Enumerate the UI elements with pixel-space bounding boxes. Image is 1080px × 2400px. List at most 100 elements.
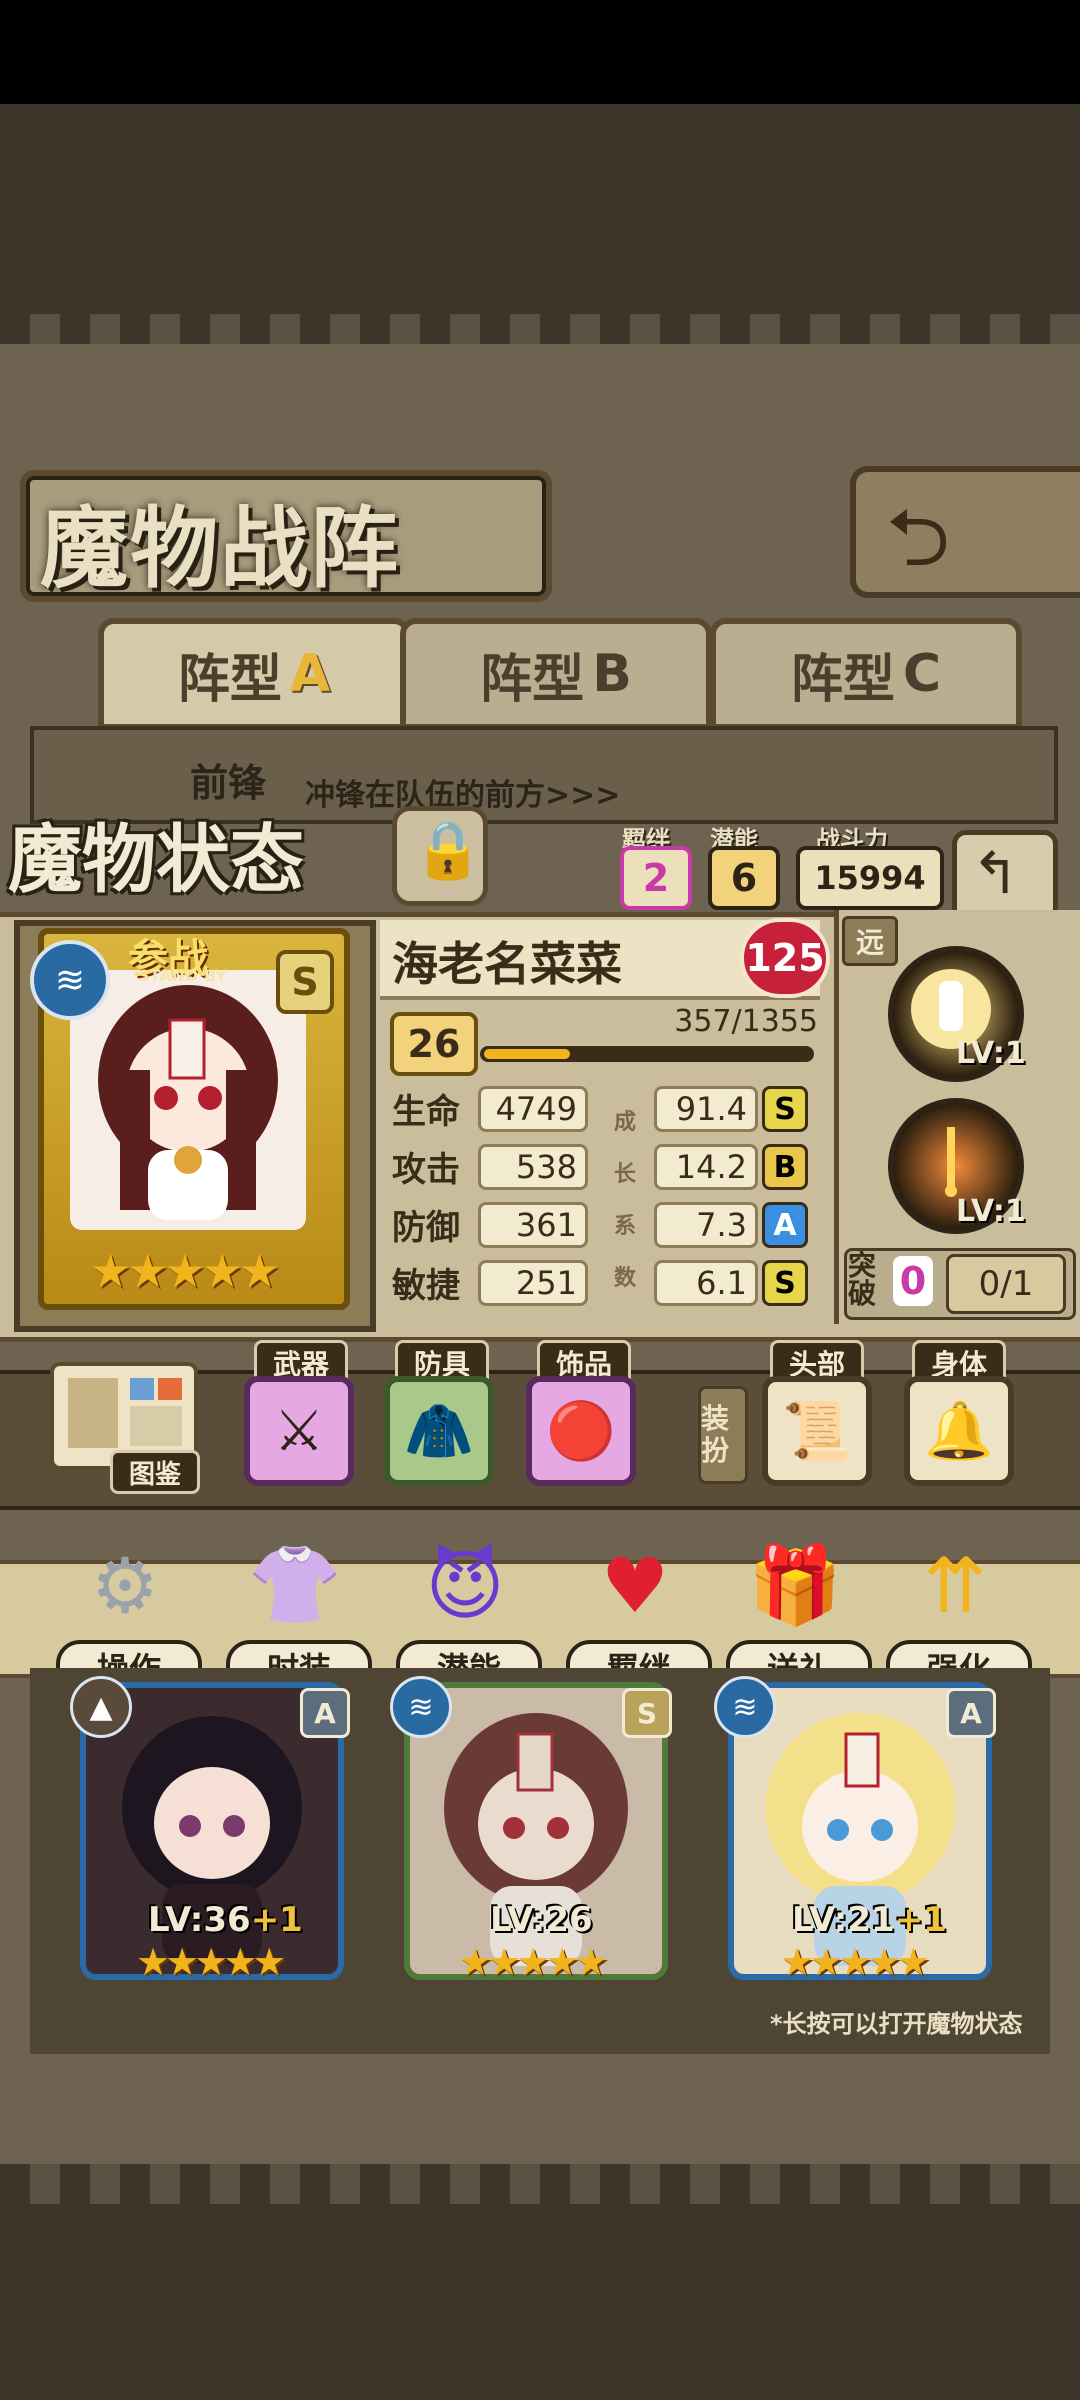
monster-name: 海老名菜菜 bbox=[392, 937, 622, 991]
tab-suffix: B bbox=[592, 644, 632, 704]
water-element-icon: ≋ bbox=[390, 1676, 452, 1738]
outfit-button[interactable]: 👚 时装 bbox=[220, 1530, 372, 1694]
star-rating: ★★★★★ bbox=[90, 1244, 280, 1298]
return-arrow-icon: ↰ bbox=[971, 839, 1020, 907]
roster-level-text: LV:21 bbox=[792, 1900, 895, 1940]
potential-value: 6 bbox=[708, 846, 780, 910]
enhance-button[interactable]: ⇈ 强化 bbox=[880, 1530, 1032, 1694]
gift-button[interactable]: 🎁 送礼 bbox=[720, 1530, 872, 1694]
earth-element-icon: ▲ bbox=[70, 1676, 132, 1738]
roster-rank-badge: S bbox=[622, 1688, 672, 1738]
range-tag: 远 bbox=[842, 916, 898, 966]
tab-label: 阵型 bbox=[177, 649, 282, 710]
breakthrough-ratio: 0/1 bbox=[946, 1254, 1066, 1314]
grade-agility: S bbox=[762, 1260, 808, 1306]
tab-formation-a[interactable]: 阵型 A bbox=[98, 618, 410, 730]
stat-value-agility: 251 bbox=[478, 1260, 588, 1306]
gear-icon: ⚙ bbox=[90, 1540, 160, 1630]
bottom-zigzag-border bbox=[0, 2164, 1080, 2204]
exp-bar-fill bbox=[484, 1049, 570, 1059]
back-button[interactable]: ⮌ bbox=[850, 466, 1080, 598]
breakthrough-count: 0 bbox=[893, 1256, 933, 1306]
head-slot[interactable]: 📜 bbox=[762, 1376, 872, 1486]
tab-suffix: C bbox=[902, 644, 942, 704]
roster-level-text: LV:26 bbox=[490, 1900, 593, 1940]
armor-slot[interactable]: 🧥 bbox=[384, 1376, 494, 1486]
skill-level: LV:1 bbox=[956, 1194, 1026, 1229]
power-value: 15994 bbox=[796, 846, 944, 910]
water-element-icon: ≋ bbox=[714, 1676, 776, 1738]
growth-char: 数 bbox=[614, 1266, 637, 1291]
stat-value-defense: 361 bbox=[478, 1202, 588, 1248]
bond-value: 2 bbox=[620, 846, 692, 910]
roster-stars: ★★★★★ bbox=[780, 1940, 930, 1984]
standby-sub-label: STAND BY bbox=[138, 966, 227, 985]
grade-attack: B bbox=[762, 1144, 808, 1190]
vanguard-title: 前锋 bbox=[190, 761, 267, 805]
amulet-icon: 🔴 bbox=[546, 1399, 616, 1464]
grade-defense: A bbox=[762, 1202, 808, 1248]
gift-icon: 🎁 bbox=[747, 1540, 843, 1629]
stat-label-defense: 防御 bbox=[392, 1208, 460, 1248]
roster-stars: ★★★★★ bbox=[136, 1940, 286, 1984]
growth-char: 成 bbox=[614, 1110, 637, 1135]
spear-icon: ⚔ bbox=[273, 1398, 325, 1464]
status-back-button[interactable]: ↰ bbox=[952, 830, 1058, 922]
roster-level-text: LV:36 bbox=[148, 1900, 251, 1940]
rank-badge: S bbox=[276, 950, 334, 1014]
skill-level: LV:1 bbox=[956, 1036, 1026, 1071]
tab-formation-b[interactable]: 阵型 B bbox=[400, 618, 712, 730]
potential-button[interactable]: 😈 潜能 bbox=[390, 1530, 542, 1694]
growth-char: 系 bbox=[614, 1214, 637, 1239]
grade-hp: S bbox=[762, 1086, 808, 1132]
breakthrough-label: 突破 bbox=[848, 1249, 877, 1310]
growth-value-defense: 7.3 bbox=[654, 1202, 758, 1248]
roster-level-bonus: +1 bbox=[894, 1900, 947, 1940]
hood-icon: 🧥 bbox=[404, 1399, 474, 1464]
page-title: 魔物战阵 bbox=[40, 497, 401, 600]
encyclopedia-label: 图鉴 bbox=[110, 1450, 200, 1494]
monster-portrait bbox=[70, 970, 306, 1230]
lock-button[interactable]: 🔒 bbox=[392, 806, 488, 906]
bell-collar-icon: 🔔 bbox=[924, 1399, 994, 1464]
stat-label-agility: 敏捷 bbox=[392, 1266, 460, 1306]
dress-up-text: 装扮 bbox=[701, 1402, 730, 1467]
arrows-up-icon: ⇈ bbox=[923, 1540, 987, 1630]
lock-icon: 🔒 bbox=[413, 818, 483, 883]
growth-value-hp: 91.4 bbox=[654, 1086, 758, 1132]
accessory-slot[interactable]: 🔴 bbox=[526, 1376, 636, 1486]
stat-value-hp: 4749 bbox=[478, 1086, 588, 1132]
tab-formation-c[interactable]: 阵型 C bbox=[710, 618, 1022, 730]
roster-rank-badge: A bbox=[300, 1688, 350, 1738]
growth-value-agility: 6.1 bbox=[654, 1260, 758, 1306]
affection-heart: 125 bbox=[740, 918, 830, 998]
stat-label-hp: 生命 bbox=[392, 1092, 460, 1132]
tab-suffix: A bbox=[289, 644, 331, 704]
tab-label: 阵型 bbox=[480, 649, 585, 710]
body-slot[interactable]: 🔔 bbox=[904, 1376, 1014, 1486]
talisman-icon: 📜 bbox=[782, 1399, 852, 1464]
demon-icon: 😈 bbox=[425, 1540, 505, 1630]
roster-rank-badge: A bbox=[946, 1688, 996, 1738]
level-badge: 26 bbox=[390, 1012, 478, 1076]
stat-label-attack: 攻击 bbox=[392, 1150, 460, 1190]
outfit-icon: 👚 bbox=[247, 1540, 343, 1629]
growth-value-attack: 14.2 bbox=[654, 1144, 758, 1190]
hearts-icon: ♥ bbox=[600, 1540, 670, 1630]
weapon-slot[interactable]: ⚔ bbox=[244, 1376, 354, 1486]
dress-up-label: 装扮 bbox=[698, 1386, 748, 1484]
roster-level: LV:36+1 bbox=[148, 1900, 303, 1940]
operate-button[interactable]: ⚙ 操作 bbox=[50, 1530, 202, 1694]
growth-char: 长 bbox=[614, 1162, 637, 1187]
roster-stars: ★★★★★ bbox=[458, 1940, 608, 1984]
long-press-hint: *长按可以打开魔物状态 bbox=[770, 2010, 1023, 2038]
bond-button[interactable]: ♥ 羁绊 bbox=[560, 1530, 712, 1694]
stat-value-attack: 538 bbox=[478, 1144, 588, 1190]
return-arrow-icon: ⮌ bbox=[886, 491, 951, 584]
water-element-icon: ≋ bbox=[30, 940, 110, 1020]
roster-level: LV:21+1 bbox=[792, 1900, 947, 1940]
monster-status-title: 魔物状态 bbox=[8, 817, 304, 903]
roster-level: LV:26 bbox=[490, 1900, 593, 1940]
exp-text: 357/1355 bbox=[674, 1004, 818, 1039]
tab-label: 阵型 bbox=[790, 649, 895, 710]
